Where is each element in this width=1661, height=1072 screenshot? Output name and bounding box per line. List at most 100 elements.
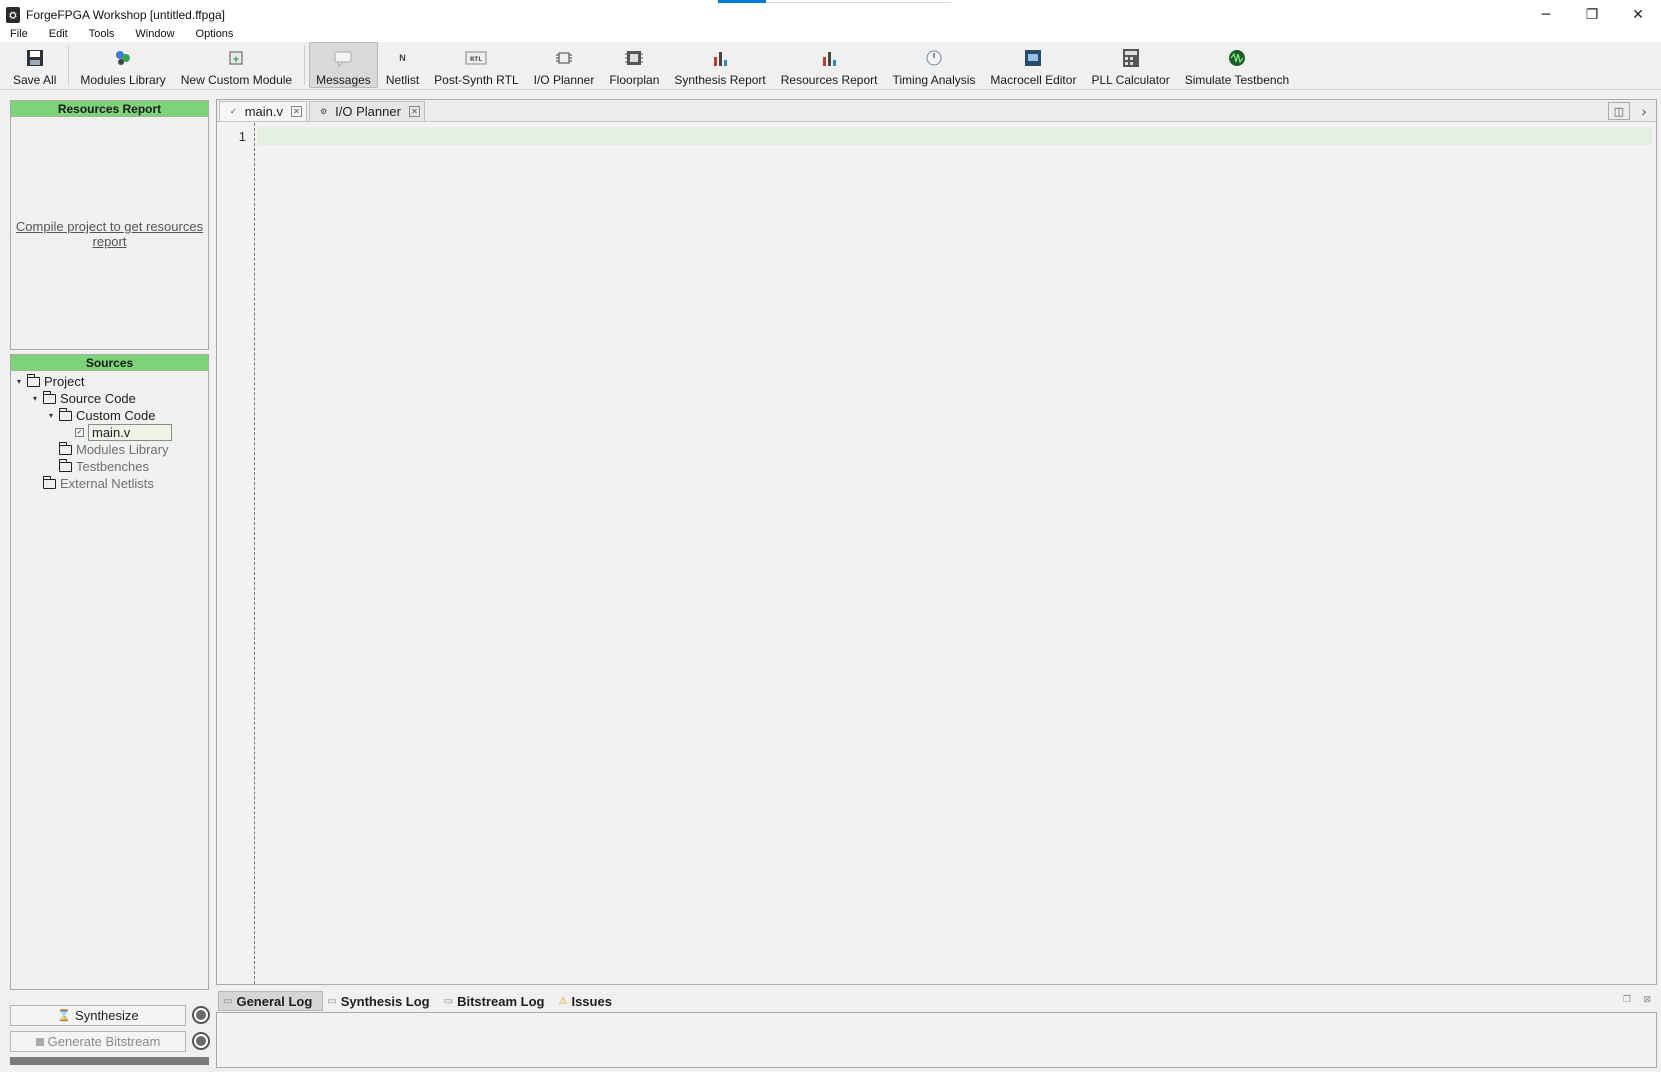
modules-library-icon	[112, 47, 134, 69]
tree-item-label: Testbenches	[76, 459, 149, 474]
simulate-testbench-button[interactable]: Simulate Testbench	[1178, 42, 1297, 88]
new-custom-module-label: New Custom Module	[180, 73, 293, 87]
menu-options[interactable]: Options	[191, 28, 239, 40]
new-custom-module-icon: +	[225, 47, 247, 69]
expand-toggle-icon[interactable]: ▾	[29, 394, 41, 403]
tree-item-modules-library[interactable]: Modules Library	[11, 441, 208, 458]
synthesis-report-button[interactable]: Synthesis Report	[667, 42, 772, 88]
tree-item-custom-code[interactable]: ▾ Custom Code	[11, 407, 208, 424]
tab-main-v[interactable]: ✓ main.v ✕	[219, 101, 307, 121]
resources-report-label: Resources Report	[780, 73, 878, 87]
folder-icon	[58, 441, 72, 455]
menu-tools[interactable]: Tools	[84, 28, 120, 40]
tab-label: Bitstream Log	[457, 993, 545, 1009]
netlist-icon: N	[399, 53, 406, 63]
pll-calculator-button[interactable]: PLL Calculator	[1084, 42, 1176, 88]
tree-item-main-v[interactable]: ✓ main.v	[11, 424, 208, 441]
modules-library-button[interactable]: Modules Library	[73, 42, 172, 88]
svg-text:RTL: RTL	[470, 56, 482, 63]
expand-toggle-icon[interactable]: ▾	[45, 411, 57, 420]
tab-bitstream-log[interactable]: ▭ Bitstream Log	[440, 991, 555, 1011]
io-planner-button[interactable]: I/O Planner	[527, 42, 602, 88]
post-synth-rtl-button[interactable]: RTL Post-Synth RTL	[427, 42, 525, 88]
pll-calculator-icon	[1120, 47, 1142, 69]
menu-edit[interactable]: Edit	[44, 28, 73, 40]
close-tab-icon[interactable]: ✕	[408, 106, 420, 117]
modules-library-label: Modules Library	[80, 73, 166, 87]
rtl-icon: RTL	[465, 47, 487, 69]
expand-toggle-icon[interactable]: ▾	[13, 377, 25, 386]
macrocell-editor-button[interactable]: Macrocell Editor	[983, 42, 1083, 88]
new-custom-module-button[interactable]: + New Custom Module	[174, 42, 299, 88]
macrocell-editor-icon	[1022, 47, 1044, 69]
close-panel-icon[interactable]: ⊠	[1643, 994, 1651, 1005]
verilog-file-icon: ✓	[230, 107, 237, 116]
current-line-highlight[interactable]	[257, 127, 1652, 145]
svg-text:+: +	[233, 55, 241, 65]
log-icon: ▭	[327, 995, 337, 1007]
folder-icon	[26, 373, 40, 387]
tree-item-external-netlists[interactable]: External Netlists	[11, 475, 208, 492]
messages-icon	[332, 47, 354, 69]
sources-tree: ▾ Project ▾ Source Code ▾ Custom Code ✓ …	[11, 371, 208, 492]
macrocell-editor-label: Macrocell Editor	[990, 73, 1077, 87]
restore-panel-icon[interactable]: ❐	[1623, 994, 1631, 1005]
netlist-button[interactable]: N Netlist	[379, 42, 426, 88]
editor-tab-bar: ✓ main.v ✕ ⚙ I/O Planner ✕	[217, 100, 1656, 122]
tree-item-source-code[interactable]: ▾ Source Code	[11, 390, 208, 407]
toolbar-separator	[304, 45, 306, 85]
tree-item-project[interactable]: ▾ Project	[11, 373, 208, 390]
synthesize-icon: ⌛	[57, 1010, 72, 1022]
bitstream-icon	[35, 1037, 44, 1046]
tree-item-label: Modules Library	[76, 442, 169, 457]
line-number: 1	[238, 129, 246, 144]
timing-analysis-label: Timing Analysis	[892, 73, 976, 87]
compile-resources-link[interactable]: Compile project to get resources report	[11, 219, 208, 249]
save-icon	[24, 47, 46, 69]
post-synth-rtl-label: Post-Synth RTL	[434, 73, 519, 87]
io-planner-icon: ⚙	[320, 107, 328, 116]
progress-bar	[10, 1057, 209, 1065]
generate-bitstream-button[interactable]: Generate Bitstream	[10, 1031, 186, 1052]
title-bar-accent	[718, 0, 766, 3]
log-icon: ▭	[443, 995, 454, 1007]
timing-analysis-button[interactable]: Timing Analysis	[885, 42, 982, 88]
main-toolbar: Save All Modules Library + New Custom Mo…	[0, 42, 1661, 90]
tab-synthesis-log[interactable]: ▭ Synthesis Log	[323, 991, 439, 1011]
synthesize-label: Synthesize	[75, 1008, 139, 1023]
resources-report-button[interactable]: Resources Report	[774, 42, 885, 88]
save-all-button[interactable]: Save All	[6, 42, 63, 88]
tab-general-log[interactable]: ▭ General Log	[218, 991, 324, 1011]
tree-item-label: Project	[44, 374, 85, 389]
log-tab-bar: ▭ General Log ▭ Synthesis Log ▭ Bitstrea…	[216, 990, 1657, 1012]
resources-report-header: Resources Report	[11, 101, 208, 117]
floorplan-label: Floorplan	[609, 73, 660, 87]
generate-bitstream-label: Generate Bitstream	[47, 1034, 161, 1049]
folder-icon	[42, 390, 56, 404]
messages-button[interactable]: Messages	[309, 42, 378, 88]
log-icon: ▭	[223, 995, 233, 1007]
floorplan-button[interactable]: Floorplan	[602, 42, 666, 88]
menu-file[interactable]: File	[5, 28, 33, 40]
verilog-file-icon: ✓	[75, 428, 84, 437]
synthesize-button[interactable]: ⌛ Synthesize	[10, 1005, 186, 1026]
tab-issues[interactable]: ⚠ Issues	[554, 991, 621, 1011]
tab-label: General Log	[236, 993, 313, 1009]
chevron-right-icon[interactable]: ›	[1636, 102, 1652, 120]
io-planner-icon	[553, 47, 575, 69]
log-output	[216, 1012, 1657, 1068]
tab-io-planner[interactable]: ⚙ I/O Planner ✕	[309, 101, 425, 121]
tree-item-testbenches[interactable]: Testbenches	[11, 458, 208, 475]
title-bar-divider	[766, 2, 951, 3]
split-view-icon[interactable]: ◫	[1608, 102, 1630, 120]
floorplan-icon	[623, 47, 645, 69]
tab-label: Synthesis Log	[340, 993, 430, 1009]
tab-label: main.v	[244, 104, 283, 119]
menu-window[interactable]: Window	[130, 28, 179, 40]
log-panel: ▭ General Log ▭ Synthesis Log ▭ Bitstrea…	[216, 990, 1657, 1068]
synthesize-status-indicator	[192, 1006, 210, 1024]
folder-icon	[58, 407, 72, 421]
rename-field[interactable]: main.v	[88, 424, 172, 441]
simulate-testbench-label: Simulate Testbench	[1184, 73, 1290, 87]
close-tab-icon[interactable]: ✕	[291, 106, 302, 117]
